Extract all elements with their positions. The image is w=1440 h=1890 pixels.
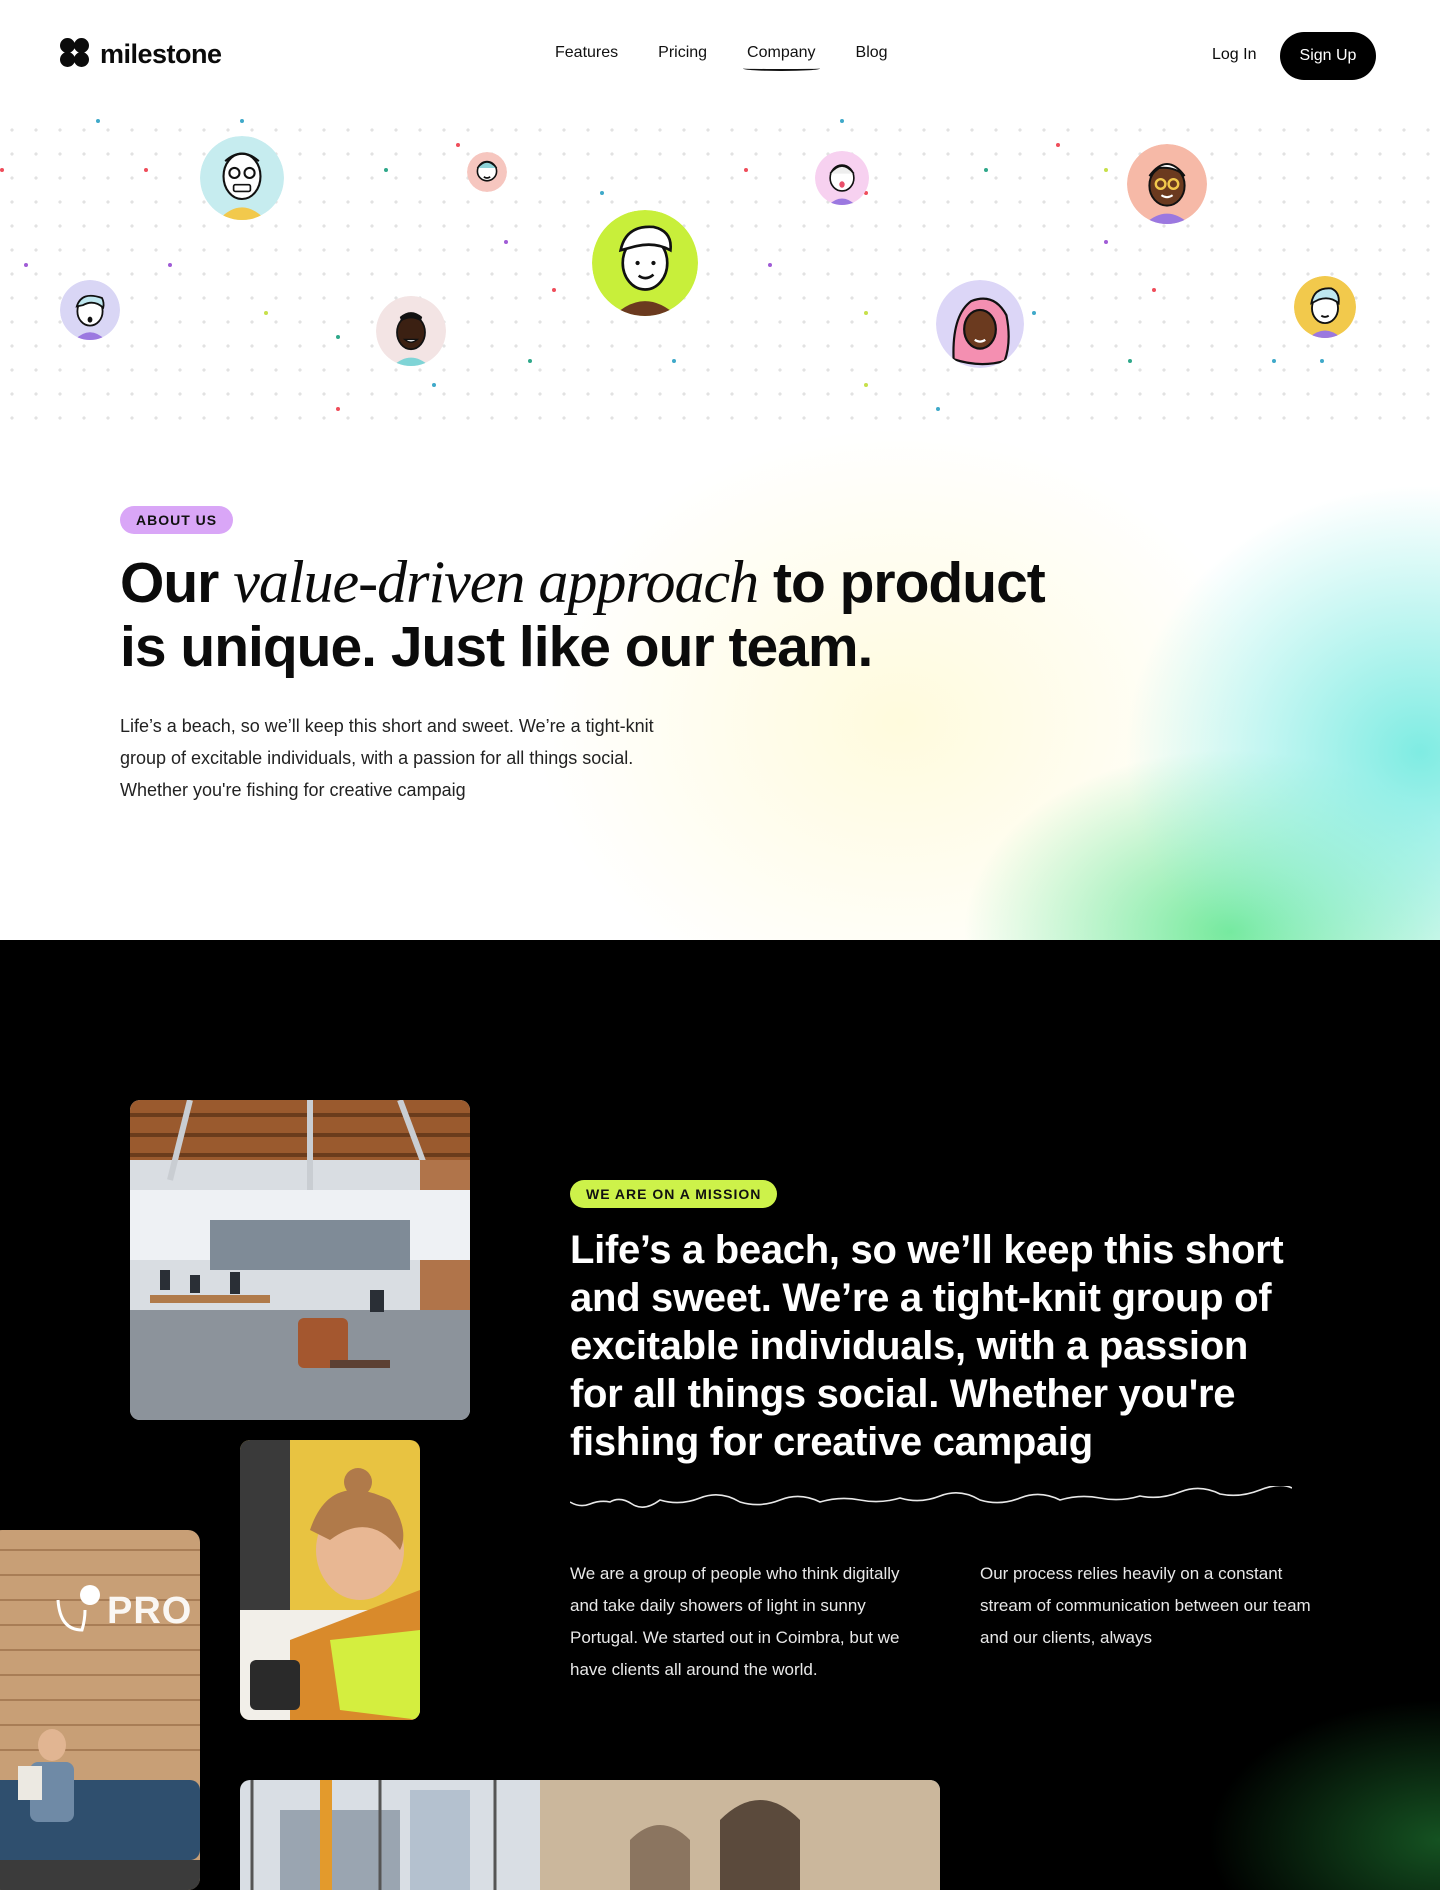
confetti-dot: [456, 143, 460, 147]
about-section: ABOUT US Our value-driven approach to pr…: [0, 422, 1440, 940]
mission-badge: WE ARE ON A MISSION: [570, 1180, 778, 1208]
brand-name: milestone: [100, 38, 222, 69]
team-member-avatar-orange[interactable]: [1127, 144, 1207, 224]
nav-link-pricing[interactable]: Pricing: [658, 44, 707, 62]
confetti-dot: [864, 311, 868, 315]
confetti-dot: [432, 383, 436, 387]
confetti-dot: [336, 335, 340, 339]
about-heading: Our value-driven approach to product is …: [120, 550, 1080, 679]
logo-icon: [60, 38, 92, 70]
confetti-dot: [984, 168, 988, 172]
login-link[interactable]: Log In: [1212, 46, 1256, 64]
team-avatar-field: [0, 112, 1440, 422]
confetti-dot: [840, 119, 844, 123]
lobby-photo: [0, 1530, 200, 1890]
confetti-dot: [864, 383, 868, 387]
confetti-dot: [1152, 288, 1156, 292]
top-navigation: milestone Features Pricing Company Blog …: [0, 0, 1440, 112]
office-photo: [130, 1100, 470, 1420]
lobby-wall-sign: PRO: [107, 1590, 193, 1632]
team-member-avatar-featured[interactable]: [592, 210, 698, 316]
confetti-dot: [24, 263, 28, 267]
confetti-dot: [1056, 143, 1060, 147]
confetti-dot: [384, 168, 388, 172]
nav-link-company[interactable]: Company: [743, 44, 821, 71]
confetti-dot: [0, 168, 4, 172]
confetti-dot: [504, 240, 508, 244]
confetti-dot: [1272, 359, 1276, 363]
about-badge: ABOUT US: [120, 506, 234, 534]
team-member-avatar-dark[interactable]: [376, 296, 446, 366]
mission-column-2: Our process relies heavily on a constant…: [980, 1564, 1311, 1647]
team-member-avatar-small-1[interactable]: [467, 152, 507, 192]
confetti-dot: [144, 168, 148, 172]
nav-link-features[interactable]: Features: [555, 44, 618, 62]
team-member-avatar-pink-hair[interactable]: [936, 280, 1024, 368]
confetti-dot: [768, 263, 772, 267]
confetti-dot: [1104, 168, 1108, 172]
mission-column-1: We are a group of people who think digit…: [570, 1564, 900, 1679]
confetti-dot: [264, 311, 268, 315]
confetti-dot: [552, 288, 556, 292]
brand-logo[interactable]: milestone: [60, 38, 222, 70]
about-heading-emphasis: value-driven approach: [233, 549, 759, 615]
confetti-dot: [240, 119, 244, 123]
confetti-dot: [1128, 359, 1132, 363]
street-photo: [240, 1780, 940, 1890]
confetti-dot: [1032, 311, 1036, 315]
team-member-avatar-glasses[interactable]: [200, 136, 284, 220]
confetti-dot: [744, 168, 748, 172]
confetti-dot: [96, 119, 100, 123]
team-member-avatar-left[interactable]: [60, 280, 120, 340]
confetti-dot: [936, 407, 940, 411]
confetti-dot: [1104, 240, 1108, 244]
about-heading-start: Our: [120, 551, 234, 615]
confetti-dot: [168, 263, 172, 267]
confetti-dot: [1320, 359, 1324, 363]
team-member-avatar-small-2[interactable]: [815, 151, 869, 205]
mission-section: PRO WE ARE ON A MISSION Life’s a beach, …: [0, 940, 1440, 1890]
decorative-squiggle-divider: [570, 1486, 1292, 1508]
confetti-dot: [528, 359, 532, 363]
nav-links: Features Pricing Company Blog: [555, 44, 888, 71]
team-member-avatar-right[interactable]: [1294, 276, 1356, 338]
nav-link-blog[interactable]: Blog: [856, 44, 888, 62]
about-body: Life’s a beach, so we’ll keep this short…: [120, 716, 654, 800]
confetti-dot: [336, 407, 340, 411]
confetti-dot: [672, 359, 676, 363]
team-member-photo: [240, 1440, 420, 1720]
signup-button[interactable]: Sign Up: [1280, 32, 1376, 80]
confetti-dot: [600, 191, 604, 195]
mission-heading: Life’s a beach, so we’ll keep this short…: [570, 1228, 1284, 1464]
